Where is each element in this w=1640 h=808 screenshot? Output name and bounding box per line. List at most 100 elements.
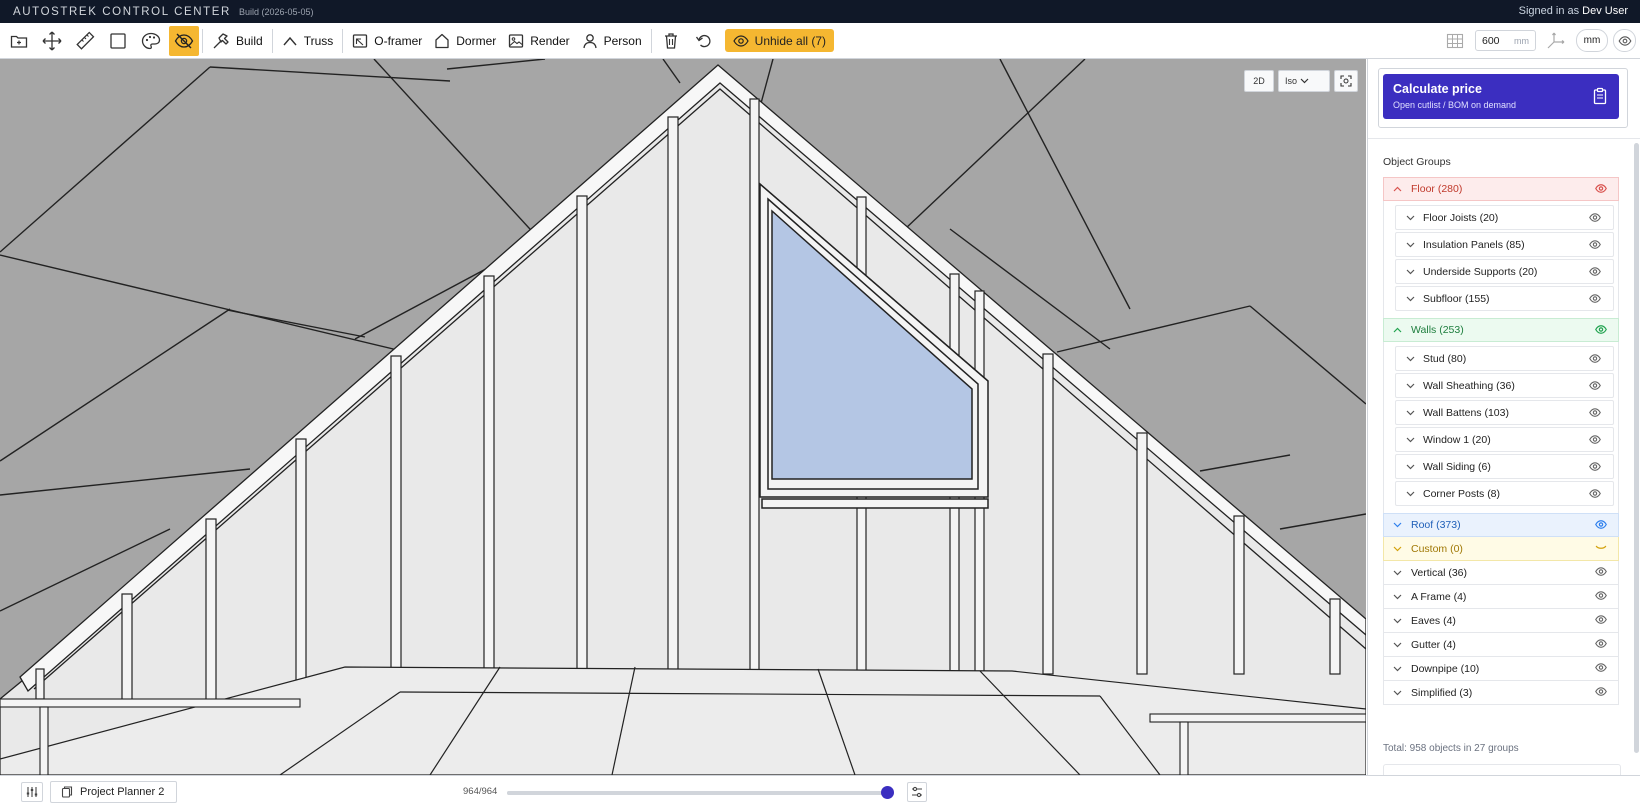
eye-icon[interactable] (1595, 615, 1607, 624)
group-floor[interactable]: Floor (280) (1383, 177, 1619, 201)
fit-view-button[interactable] (1334, 70, 1358, 92)
eye-icon[interactable] (1589, 240, 1601, 249)
slider-handle[interactable] (881, 786, 894, 799)
chevron-down-icon[interactable] (1406, 356, 1417, 362)
build-button[interactable]: Build (206, 26, 269, 56)
subgroup-item[interactable]: Window 1 (20) (1395, 427, 1614, 452)
chevron-up-icon[interactable] (1393, 327, 1404, 333)
eye-icon[interactable] (1595, 687, 1607, 696)
group-walls-label: Walls (253) (1411, 324, 1464, 336)
user-name[interactable]: Dev User (1582, 5, 1628, 17)
eye-icon[interactable] (1595, 325, 1607, 334)
visibility-button[interactable] (1613, 29, 1636, 52)
chevron-down-icon[interactable] (1393, 690, 1404, 696)
group-roof-label: Roof (373) (1411, 519, 1461, 531)
eye-icon[interactable] (1595, 663, 1607, 672)
group-gutter[interactable]: Gutter (4) (1383, 633, 1619, 657)
group-label: Vertical (36) (1411, 566, 1468, 579)
chevron-down-icon[interactable] (1393, 642, 1404, 648)
grid-toggle-button[interactable] (1443, 29, 1467, 53)
sidebar-scrollbar[interactable] (1634, 143, 1639, 753)
subgroup-item[interactable]: Insulation Panels (85) (1395, 232, 1614, 257)
chevron-down-icon[interactable] (1406, 437, 1417, 443)
eye-icon[interactable] (1589, 435, 1601, 444)
person-button[interactable]: Person (576, 26, 648, 56)
eye-icon[interactable] (1589, 213, 1601, 222)
chevron-up-icon[interactable] (1393, 186, 1404, 192)
chevron-down-icon[interactable] (1393, 594, 1404, 600)
subgroup-item[interactable]: Wall Sheathing (36) (1395, 373, 1614, 398)
chevron-down-icon[interactable] (1406, 383, 1417, 389)
eye-icon[interactable] (1589, 267, 1601, 276)
subgroup-item[interactable]: Underside Supports (20) (1395, 259, 1614, 284)
unit-toggle-label: mm (1583, 35, 1601, 46)
project-tab[interactable]: Project Planner 2 (50, 781, 178, 803)
measure-tool-button[interactable] (70, 26, 100, 56)
eye-icon[interactable] (1589, 489, 1601, 498)
move-tool-button[interactable] (37, 26, 67, 56)
calculate-price-button[interactable]: Calculate price Open cutlist / BOM on de… (1383, 74, 1619, 119)
select-box-button[interactable] (103, 26, 133, 56)
slider-settings-button[interactable] (907, 782, 927, 802)
group-vertical[interactable]: Vertical (36) (1383, 561, 1619, 585)
truss-button[interactable]: Truss (276, 26, 340, 56)
undo-button[interactable] (689, 26, 719, 56)
unhide-all-button[interactable]: Unhide all (7) (724, 29, 835, 52)
delete-button[interactable] (656, 26, 686, 56)
group-walls[interactable]: Walls (253) (1383, 318, 1619, 342)
3d-viewport[interactable]: 2D Iso (0, 59, 1366, 775)
chevron-down-icon[interactable] (1406, 269, 1417, 275)
project-icon (61, 786, 73, 798)
group-simplified[interactable]: Simplified (3) (1383, 681, 1619, 705)
hide-objects-toggle[interactable] (169, 25, 199, 56)
group-roof[interactable]: Roof (373) (1383, 513, 1619, 537)
render-button[interactable]: Render (502, 26, 575, 56)
grid-size-input[interactable]: 600 mm (1475, 30, 1536, 51)
eye-icon[interactable] (1589, 294, 1601, 303)
subgroup-item[interactable]: Subfloor (155) (1395, 286, 1614, 311)
chevron-down-icon[interactable] (1406, 296, 1417, 302)
group-custom[interactable]: Custom (0) (1383, 537, 1619, 561)
subgroup-item[interactable]: Floor Joists (20) (1395, 205, 1614, 230)
group-a-frame[interactable]: A Frame (4) (1383, 585, 1619, 609)
chevron-down-icon[interactable] (1406, 464, 1417, 470)
chevron-down-icon[interactable] (1393, 570, 1404, 576)
move-icon (42, 31, 62, 50)
eye-icon[interactable] (1595, 520, 1607, 529)
eye-icon[interactable] (1595, 639, 1607, 648)
eye-closed-icon[interactable] (1595, 543, 1607, 552)
eye-icon[interactable] (1589, 354, 1601, 363)
unit-toggle-button[interactable]: mm (1576, 29, 1608, 52)
view-2d-button[interactable]: 2D (1244, 70, 1274, 92)
eye-icon[interactable] (1595, 591, 1607, 600)
dormer-button[interactable]: Dormer (428, 26, 502, 56)
chevron-down-icon[interactable] (1393, 618, 1404, 624)
axes-toggle-button[interactable] (1544, 29, 1568, 53)
oframer-button[interactable]: O-framer (346, 26, 428, 56)
build-step-slider[interactable] (507, 786, 894, 799)
chevron-down-icon[interactable] (1406, 242, 1417, 248)
open-folder-button[interactable] (4, 26, 34, 56)
group-label: Downpipe (10) (1411, 662, 1480, 675)
chevron-down-icon[interactable] (1406, 410, 1417, 416)
eye-icon[interactable] (1589, 408, 1601, 417)
material-palette-button[interactable] (136, 26, 166, 56)
group-eaves[interactable]: Eaves (4) (1383, 609, 1619, 633)
chevron-down-icon[interactable] (1393, 666, 1404, 672)
chevron-down-icon[interactable] (1406, 215, 1417, 221)
chevron-down-icon[interactable] (1406, 491, 1417, 497)
group-label: Eaves (4) (1411, 614, 1456, 627)
subgroup-item[interactable]: Stud (80) (1395, 346, 1614, 371)
subgroup-item[interactable]: Corner Posts (8) (1395, 481, 1614, 506)
eye-icon[interactable] (1589, 381, 1601, 390)
eye-icon[interactable] (1595, 567, 1607, 576)
subgroup-item[interactable]: Wall Siding (6) (1395, 454, 1614, 479)
eye-icon[interactable] (1595, 184, 1607, 193)
group-downpipe[interactable]: Downpipe (10) (1383, 657, 1619, 681)
chevron-down-icon[interactable] (1393, 522, 1404, 528)
chevron-down-icon[interactable] (1393, 546, 1404, 552)
view-mode-select[interactable]: Iso (1278, 70, 1330, 92)
subgroup-item[interactable]: Wall Battens (103) (1395, 400, 1614, 425)
eye-icon[interactable] (1589, 462, 1601, 471)
layers-toggle-button[interactable] (21, 782, 43, 802)
